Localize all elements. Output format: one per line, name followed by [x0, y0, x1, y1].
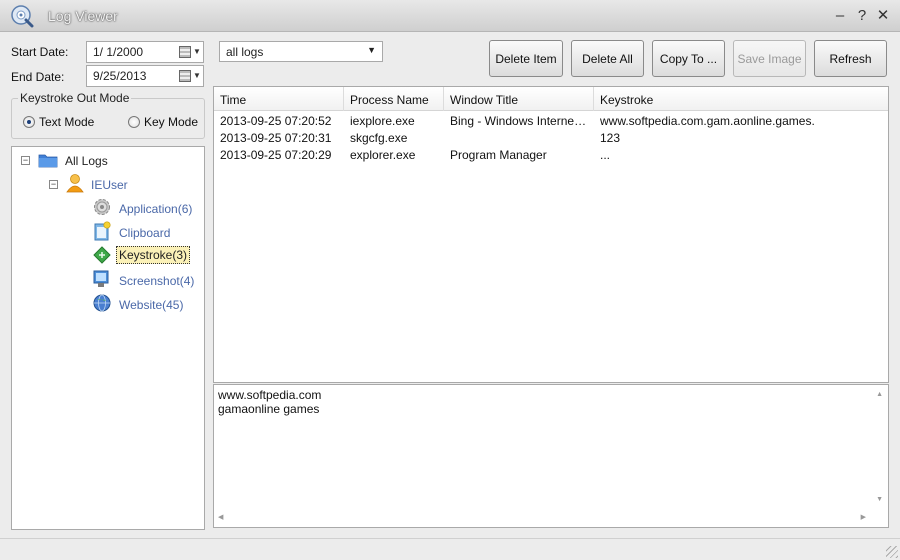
log-filter-select[interactable]: all logs ▼ [219, 41, 383, 62]
resize-grip-icon[interactable] [886, 546, 898, 558]
cell-process-name: iexplore.exe [350, 114, 415, 128]
scroll-up-arrow-icon[interactable]: ▲ [876, 391, 883, 398]
column-window-title[interactable]: Window Title [444, 87, 594, 111]
log-filter-value: all logs [226, 45, 264, 59]
collapse-toggle[interactable]: − [21, 156, 30, 165]
start-date-value: 1/ 1/2000 [93, 45, 144, 59]
detail-line: www.softpedia.com [218, 388, 322, 402]
keystroke-mode-title: Keystroke Out Mode [18, 91, 132, 105]
cell-process-name: explorer.exe [350, 148, 416, 162]
keystroke-mode-group: Keystroke Out Mode Text Mode Key Mode [11, 91, 205, 139]
keystroke-detail-textarea[interactable]: www.softpedia.com gamaonline games ▲ ▼ ◀… [213, 384, 889, 528]
tree-item-clipboard[interactable]: Clipboard [119, 226, 170, 240]
cell-window-title: Bing - Windows Internet E... [450, 114, 594, 128]
text-mode-radio[interactable] [23, 116, 35, 128]
scroll-right-arrow-icon[interactable]: ▶ [861, 513, 866, 521]
globe-icon [93, 294, 111, 312]
minimize-button[interactable]: – [832, 7, 848, 25]
detail-line: gamaonline games [218, 402, 320, 416]
cell-time: 2013-09-25 07:20:31 [220, 131, 332, 145]
cell-time: 2013-09-25 07:20:52 [220, 114, 332, 128]
tree-item-ieuser[interactable]: IEUser [91, 178, 128, 192]
tree-item-keystroke[interactable]: Keystroke(3) [116, 246, 191, 264]
cell-process-name: skgcfg.exe [350, 131, 408, 145]
key-mode-label[interactable]: Key Mode [144, 115, 198, 129]
window-title: Log Viewer [48, 8, 118, 24]
collapse-toggle[interactable]: − [49, 180, 58, 189]
cell-time: 2013-09-25 07:20:29 [220, 148, 332, 162]
tree-item-all-logs[interactable]: All Logs [65, 154, 108, 168]
help-button[interactable]: ? [854, 7, 870, 25]
end-date-label: End Date: [11, 70, 65, 84]
tree-item-website[interactable]: Website(45) [119, 298, 183, 312]
folder-icon [38, 154, 58, 168]
keyboard-icon [93, 246, 111, 264]
title-bar: Log Viewer – ? ✕ [0, 0, 900, 32]
refresh-button[interactable]: Refresh [814, 40, 887, 77]
cell-keystroke: www.softpedia.com.gam.aonline.games. [600, 114, 815, 128]
key-mode-radio[interactable] [128, 116, 140, 128]
status-bar [0, 538, 900, 560]
start-date-field[interactable]: 1/ 1/2000 ▼ [86, 41, 204, 63]
cell-window-title: Program Manager [450, 148, 547, 162]
log-tree[interactable]: − All Logs − IEUser Application(6) Clipb… [11, 146, 205, 530]
column-keystroke[interactable]: Keystroke [594, 87, 888, 111]
gear-icon [94, 199, 110, 215]
end-date-value: 9/25/2013 [93, 69, 147, 83]
calendar-icon[interactable] [179, 46, 191, 58]
end-date-field[interactable]: 9/25/2013 ▼ [86, 65, 204, 87]
scroll-left-arrow-icon[interactable]: ◀ [218, 513, 223, 521]
text-mode-label[interactable]: Text Mode [39, 115, 94, 129]
chevron-down-icon[interactable]: ▼ [193, 71, 201, 80]
column-process-name[interactable]: Process Name [344, 87, 444, 111]
tree-item-application[interactable]: Application(6) [119, 202, 192, 216]
column-time[interactable]: Time [214, 87, 344, 111]
save-image-button[interactable]: Save Image [733, 40, 806, 77]
table-header: Time Process Name Window Title Keystroke [214, 87, 888, 111]
chevron-down-icon[interactable]: ▼ [367, 45, 376, 55]
tree-item-screenshot[interactable]: Screenshot(4) [119, 274, 194, 288]
scroll-down-arrow-icon[interactable]: ▼ [876, 496, 883, 503]
start-date-label: Start Date: [11, 45, 69, 59]
cell-keystroke: 123 [600, 131, 621, 145]
delete-item-button[interactable]: Delete Item [489, 40, 563, 77]
log-viewer-logo-icon [11, 5, 34, 28]
monitor-icon [93, 270, 109, 287]
calendar-icon[interactable] [179, 70, 191, 82]
user-icon [66, 174, 84, 193]
cell-keystroke: ... [600, 148, 611, 162]
copy-to-button[interactable]: Copy To ... [652, 40, 725, 77]
chevron-down-icon[interactable]: ▼ [193, 47, 201, 56]
clipboard-icon [94, 221, 111, 241]
log-table[interactable]: Time Process Name Window Title Keystroke… [213, 86, 889, 383]
close-button[interactable]: ✕ [875, 7, 891, 25]
delete-all-button[interactable]: Delete All [571, 40, 644, 77]
cell-window-title [444, 131, 594, 148]
